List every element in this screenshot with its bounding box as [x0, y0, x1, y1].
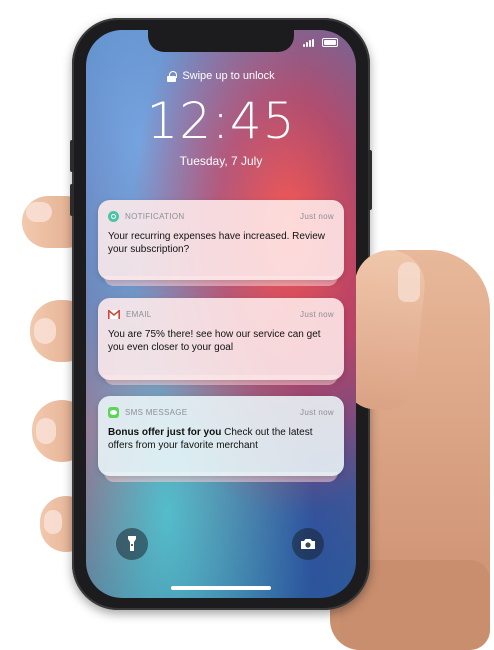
notification-header: SMS MESSAGE Just now: [98, 396, 344, 420]
flashlight-button[interactable]: [116, 528, 148, 560]
battery-icon: [322, 38, 338, 47]
notification-time: Just now: [300, 211, 334, 221]
notification-text: Your recurring expenses have increased. …: [108, 231, 325, 255]
clock-date: Tuesday, 7 July: [179, 154, 263, 168]
notification-time: Just now: [300, 407, 334, 417]
notification-app-name: SMS MESSAGE: [125, 407, 188, 417]
finger-nail-3: [36, 418, 56, 444]
status-bar: [303, 38, 338, 47]
notification-header: EMAIL Just now: [98, 298, 344, 322]
lock-icon: [167, 70, 177, 82]
notch: [148, 30, 294, 52]
signal-icon: [303, 38, 314, 47]
thumb-nail: [398, 262, 420, 302]
flashlight-icon: [128, 536, 136, 551]
gmail-icon: [108, 309, 120, 319]
notification-message: Bonus offer just for you Check out the l…: [98, 420, 344, 462]
unlock-hint-text: Swipe up to unlock: [182, 70, 275, 82]
notification-message: You are 75% there! see how our service c…: [98, 322, 344, 364]
notification-app-name: NOTIFICATION: [125, 211, 185, 221]
phone-volume-down: [70, 184, 74, 216]
notification-app-name: EMAIL: [126, 309, 152, 319]
finger-nail-2: [34, 318, 56, 344]
lock-screen[interactable]: Swipe up to unlock 12:45 Tuesday, 7 July…: [86, 30, 356, 598]
camera-button[interactable]: [292, 528, 324, 560]
camera-icon: [301, 539, 315, 549]
notification-text: You are 75% there! see how our service c…: [108, 329, 321, 353]
clock-time: 12:45: [146, 92, 296, 150]
home-indicator[interactable]: [171, 586, 271, 590]
unlock-hint: Swipe up to unlock: [86, 70, 356, 82]
phone-side-button: [368, 150, 372, 210]
notification-card[interactable]: EMAIL Just now You are 75% there! see ho…: [98, 298, 344, 380]
notification-time: Just now: [300, 309, 334, 319]
notification-app-icon: [108, 210, 119, 222]
notification-bold-text: Bonus offer just for you: [108, 427, 222, 438]
notification-card[interactable]: SMS MESSAGE Just now Bonus offer just fo…: [98, 396, 344, 476]
phone-volume-up: [70, 140, 74, 172]
finger-nail-1: [26, 202, 52, 222]
finger-nail-4: [44, 510, 62, 534]
notification-header: NOTIFICATION Just now: [98, 200, 344, 224]
notification-message: Your recurring expenses have increased. …: [98, 224, 344, 266]
messages-icon: [108, 406, 119, 418]
notification-card[interactable]: NOTIFICATION Just now Your recurring exp…: [98, 200, 344, 280]
